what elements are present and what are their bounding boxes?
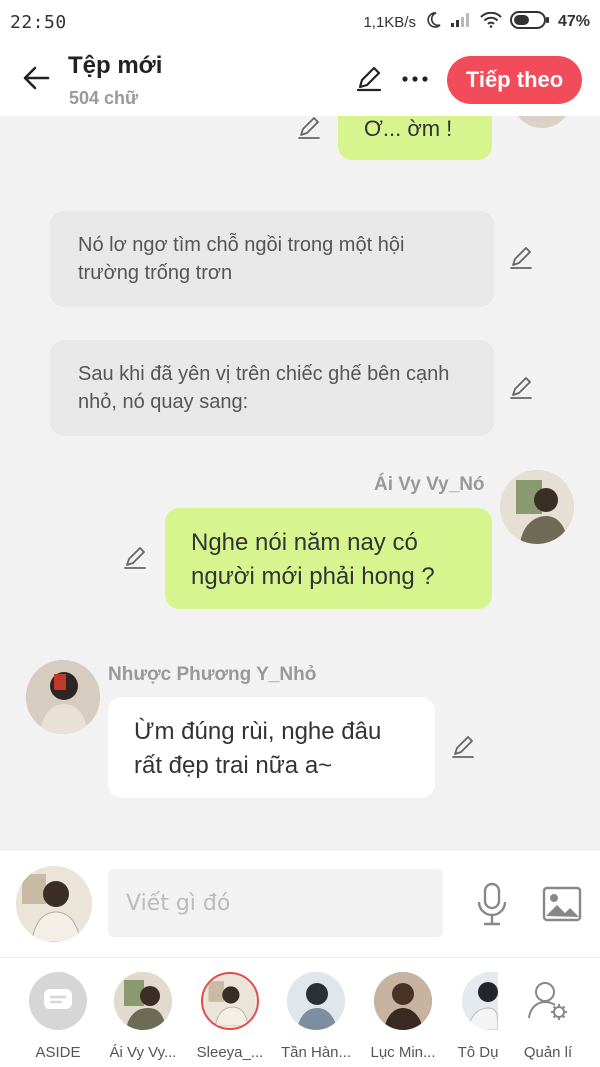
character-bar: ASIDE Ái Vy Vy... Sleeya_... Tần Hàn... … xyxy=(0,957,600,1067)
status-icons: 1,1KB/s 47% xyxy=(363,10,590,34)
pencil-icon[interactable] xyxy=(508,244,536,272)
avatar xyxy=(114,972,172,1030)
network-speed: 1,1KB/s xyxy=(363,13,416,31)
wifi-icon xyxy=(480,11,502,32)
message-text: Ừm đúng rùi, nghe đâu rất đẹp trai nữa a… xyxy=(134,718,382,779)
aside-avatar xyxy=(29,972,87,1030)
message-bubble-right[interactable]: Ơ... ờm ! xyxy=(338,116,492,160)
message-text: Ơ... ờm ! xyxy=(364,116,453,141)
message-bubble-left[interactable]: Ừm đúng rùi, nghe đâu rất đẹp trai nữa a… xyxy=(108,697,435,798)
avatar[interactable] xyxy=(16,866,92,942)
character-label: Ái Vy Vy... xyxy=(109,1044,177,1061)
avatar xyxy=(374,972,432,1030)
pencil-icon[interactable] xyxy=(122,544,150,572)
pencil-icon[interactable] xyxy=(450,733,478,761)
character-portrait xyxy=(500,470,574,544)
user-settings-icon xyxy=(528,982,567,1020)
microphone-icon xyxy=(477,882,507,926)
character-portrait xyxy=(374,972,432,1030)
chat-area[interactable]: Ơ... ờm ! Nó lơ ngơ tìm chỗ ngồi trong m… xyxy=(0,116,600,849)
status-bar: 22:50 1,1KB/s 47% xyxy=(0,0,600,44)
character-label: Sleeya_... xyxy=(196,1044,264,1061)
clock: 22:50 xyxy=(10,11,67,33)
avatar xyxy=(462,972,498,1030)
character-label: Tần Hàn... xyxy=(280,1044,352,1061)
image-button[interactable] xyxy=(540,884,584,924)
voice-button[interactable] xyxy=(472,882,512,926)
battery-percent: 47% xyxy=(557,13,590,30)
character-portrait xyxy=(462,972,498,1030)
avatar[interactable] xyxy=(500,470,574,544)
avatar xyxy=(287,972,345,1030)
next-button[interactable]: Tiếp theo xyxy=(447,56,582,104)
pencil-icon[interactable] xyxy=(508,374,536,402)
word-count: 504 chữ xyxy=(69,88,139,108)
character-label: Quản lí xyxy=(523,1044,573,1061)
character-label: Lục Min... xyxy=(370,1044,436,1061)
character-label: ASIDE xyxy=(35,1044,81,1061)
character-portrait xyxy=(205,976,255,1026)
message-bubble-right[interactable]: Nghe nói năm nay có người mới phải hong … xyxy=(165,508,492,609)
back-button[interactable] xyxy=(16,58,56,98)
more-dots-icon xyxy=(402,76,428,82)
character-aside[interactable]: ASIDE xyxy=(16,972,100,1061)
pencil-icon[interactable] xyxy=(296,116,324,142)
moon-icon xyxy=(424,11,442,33)
manage-button[interactable]: Quản lí xyxy=(506,972,590,1061)
signal-icon xyxy=(450,12,472,32)
battery-icon xyxy=(509,10,550,34)
image-icon xyxy=(542,886,582,922)
character-item[interactable]: Tần Hàn... xyxy=(274,972,358,1061)
edit-title-button[interactable] xyxy=(352,62,386,96)
composer xyxy=(0,849,600,957)
character-portrait xyxy=(287,972,345,1030)
character-item[interactable]: Ái Vy Vy... xyxy=(101,972,185,1061)
chat-bubble-icon xyxy=(44,989,72,1009)
arrow-left-icon xyxy=(23,66,50,90)
more-button[interactable] xyxy=(398,62,432,96)
narration-bubble[interactable]: Nó lơ ngơ tìm chỗ ngồi trong một hội trư… xyxy=(50,211,494,307)
narration-text: Nó lơ ngơ tìm chỗ ngồi trong một hội trư… xyxy=(78,234,405,284)
narration-bubble[interactable]: Sau khi đã yên vị trên chiếc ghế bên cạn… xyxy=(50,340,494,436)
page-title[interactable]: Tệp mới xyxy=(68,52,162,80)
app-bar: Tệp mới 504 chữ Tiếp theo xyxy=(0,44,600,116)
character-portrait xyxy=(114,972,172,1030)
pencil-icon xyxy=(356,66,382,92)
narration-text: Sau khi đã yên vị trên chiếc ghế bên cạn… xyxy=(78,363,450,413)
character-item[interactable]: Lục Min... xyxy=(361,972,445,1061)
character-portrait xyxy=(16,866,92,942)
sender-name: Ái Vy Vy_Nó xyxy=(374,474,485,495)
message-text: Nghe nói năm nay có người mới phải hong … xyxy=(191,529,435,590)
avatar xyxy=(201,972,259,1030)
character-item-selected[interactable]: Sleeya_... xyxy=(188,972,272,1061)
message-input[interactable] xyxy=(108,869,443,937)
manage-icon-wrap xyxy=(519,972,577,1030)
character-portrait xyxy=(26,660,100,734)
avatar[interactable] xyxy=(512,116,572,128)
sender-name: Nhược Phương Y_Nhỏ xyxy=(108,664,317,685)
avatar[interactable] xyxy=(26,660,100,734)
